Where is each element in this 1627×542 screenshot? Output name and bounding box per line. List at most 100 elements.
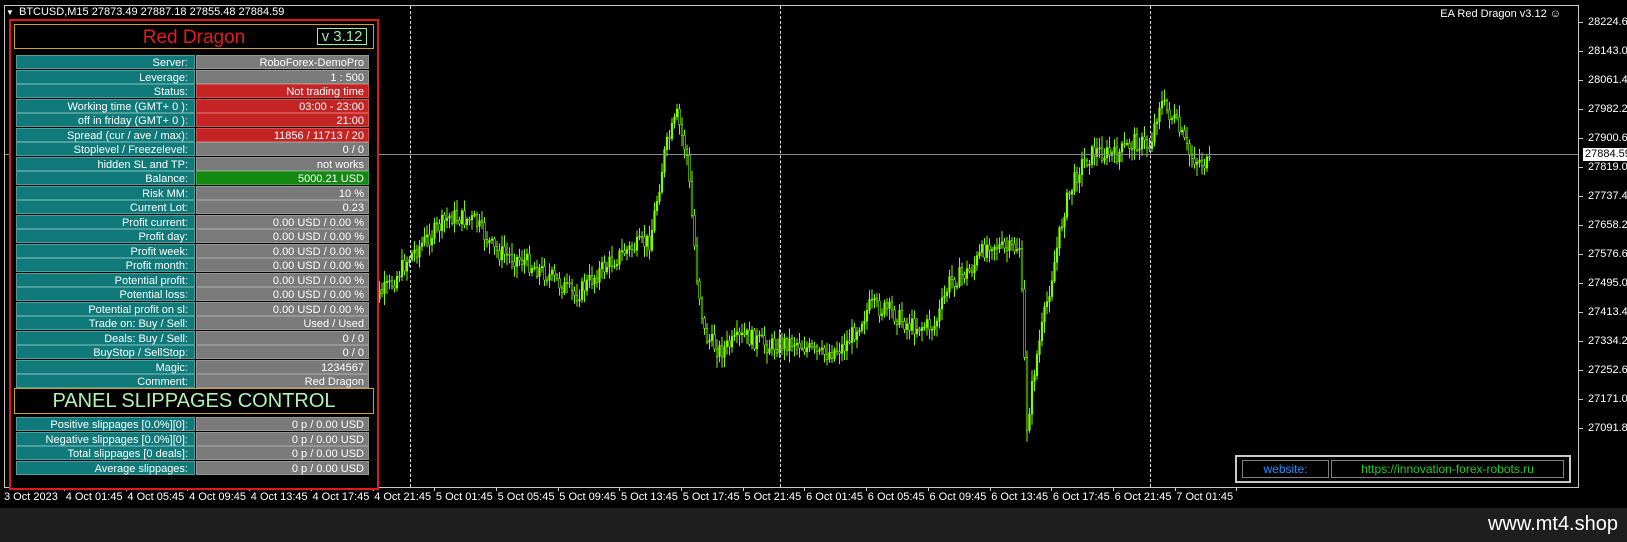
candle-body [428,234,431,246]
candle-body [985,244,989,258]
candle-body [530,268,534,273]
candle-body [1023,288,1026,358]
candle-body [593,277,596,285]
candle-body [805,347,809,353]
info-label: Working time (GMT+ 0 ): [16,98,195,113]
smiley-icon[interactable]: ☺ [1550,8,1561,20]
slippage-row: Average slippages: 0 p / 0.00 USD [16,460,371,475]
candle-body [1058,227,1061,249]
price-tick-mark [1579,254,1583,255]
candle-body [500,246,504,261]
candle-body [963,274,966,279]
candle-body [563,282,566,294]
candle-body [485,239,489,244]
candle-body [523,259,526,265]
candle-body [400,260,404,277]
candle-body [418,246,421,258]
price-tick-label: 27495.00 [1588,277,1627,289]
candle-body [780,337,784,350]
slippage-label: Total slippages [0 deals]: [16,446,195,460]
info-label: Stoplevel / Freezelevel: [16,142,195,156]
chart-window[interactable]: ▼ BTCUSD,M15 27873.49 27887.18 27855.48 … [0,0,1627,508]
candle-body [1015,249,1019,251]
candle-body [633,249,636,251]
candle-body [1060,226,1064,229]
info-row: Spread (cur / ave / max): 11856 / 11713 /… [16,127,371,142]
info-row: Server: RoboForex-DemoPro [16,55,371,69]
time-tick-label: 5 Oct 09:45 [559,491,617,503]
candle-body [860,323,864,331]
candle-body [1140,136,1144,150]
info-value: 0.00 USD / 0.00 % [196,301,369,316]
time-tick-label: 4 Oct 17:45 [312,491,370,503]
candle-body [448,215,451,219]
candle-body [558,278,561,289]
candle-body [395,276,399,289]
candle-body [988,244,991,251]
info-row: Current Lot: 0.23 [16,200,371,214]
candle-body [1113,146,1116,154]
candle-body [438,223,441,232]
candle-body [1165,100,1169,111]
candle-body [935,320,939,327]
candle-body [715,348,719,357]
candle-body [385,281,389,283]
time-tick-label: 5 Oct 01:45 [435,491,493,503]
candle-body [510,254,514,263]
slippage-label: Average slippages: [16,460,195,475]
candle-body [598,268,601,283]
candle-body [790,338,794,347]
candle-body [670,122,674,139]
website-link[interactable]: https://innovation-forex-robots.ru [1331,460,1564,478]
candle-body [483,222,486,240]
price-tick-label: 28143.00 [1588,45,1627,57]
info-value: 21:00 [196,113,369,127]
candle-body [1025,357,1029,431]
triangle-down-icon[interactable]: ▼ [6,8,14,17]
candle-body [565,282,569,284]
info-value: Not trading time [196,84,369,98]
candle-body [885,302,889,309]
candle-body [1028,413,1031,431]
candle-body [793,344,796,347]
info-value: 0 / 0 [196,330,369,345]
candle-body [1205,156,1209,169]
candle-body [768,348,771,354]
candle-body [398,276,401,278]
info-row: Leverage: 1 : 500 [16,69,371,84]
candle-body [868,299,871,311]
candle-body [1068,192,1071,195]
candle-body [1053,261,1056,282]
ea-info-panel: Red Dragon v 3.12 Server: RoboForex-DemoP… [9,19,379,490]
candle-body [858,330,861,333]
candle-body [773,338,776,351]
candle-body [1018,248,1021,250]
candle-body [1038,340,1041,355]
day-separator [410,6,411,487]
price-tick-mark [1579,428,1583,429]
candle-body [830,351,834,359]
candle-body [700,298,704,319]
candle-body [933,325,936,330]
candle-body [993,246,996,251]
candle-body [770,338,774,350]
candle-body [813,346,816,348]
candle-body [1095,148,1099,157]
price-tick-label: 28061.40 [1588,74,1627,86]
info-label: Potential loss: [16,287,195,301]
candle-body [1105,147,1109,159]
candle-body [468,218,471,221]
candle-body [533,266,536,269]
candle-body [1090,146,1094,165]
candle-body [720,345,724,358]
candle-body [828,351,831,360]
info-label: Spread (cur / ave / max): [16,127,195,142]
symbol-header[interactable]: ▼ BTCUSD,M15 27873.49 27887.18 27855.48 … [6,6,284,18]
info-row: Status: Not trading time [16,84,371,98]
candle-body [588,275,591,281]
candle-body [1163,100,1166,102]
candle-body [850,327,854,343]
info-label: Leverage: [16,69,195,84]
candle-body [748,329,751,345]
info-value: 0.00 USD / 0.00 % [196,243,369,258]
